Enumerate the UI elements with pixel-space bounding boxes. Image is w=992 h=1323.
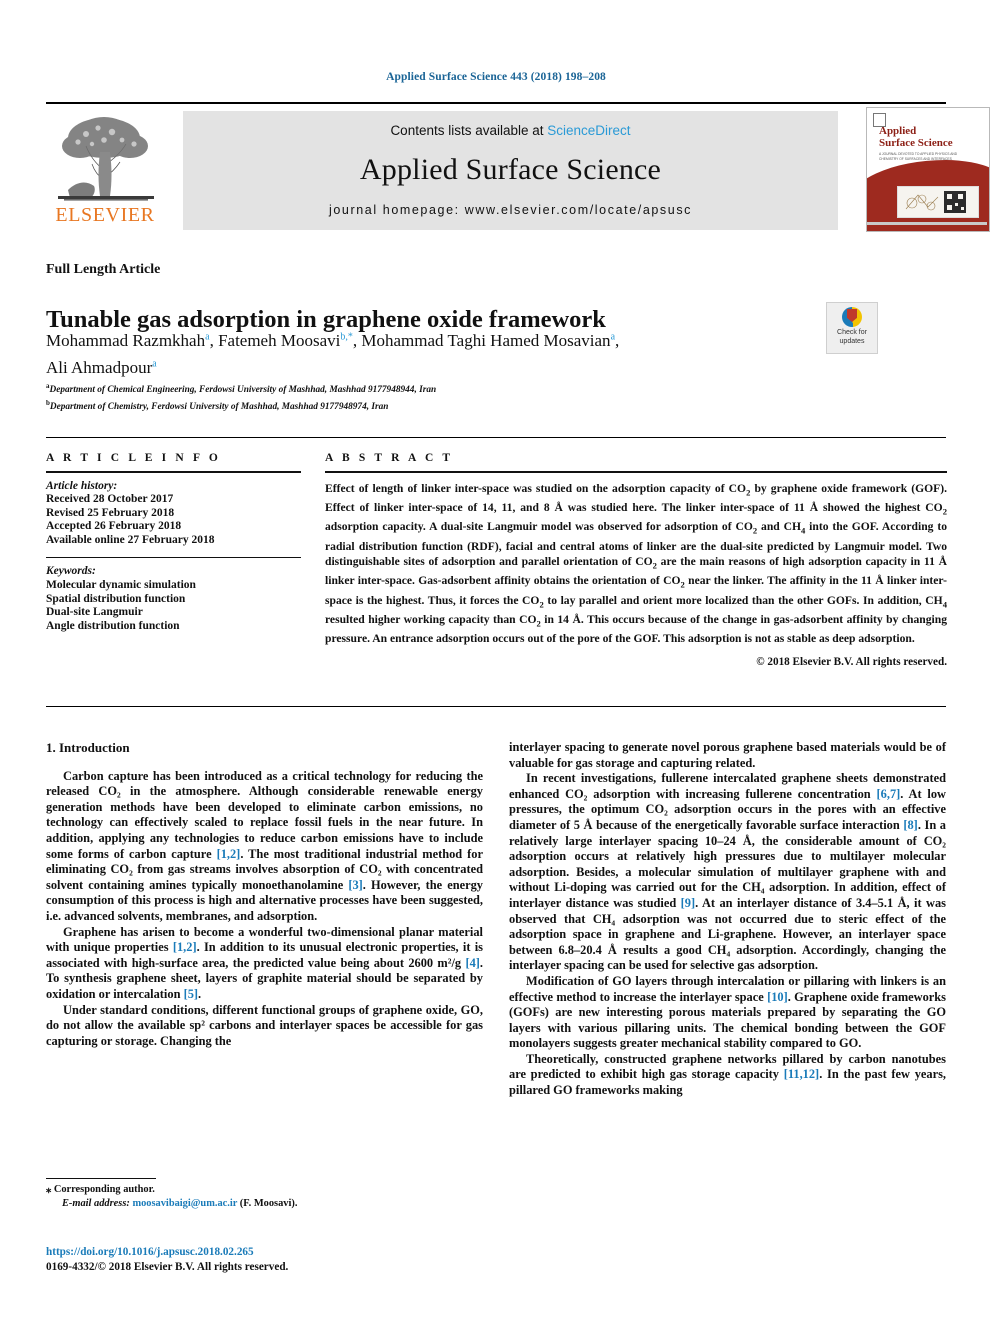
abstract-text: Effect of length of linker inter-space w… <box>325 481 947 646</box>
history-item: Accepted 26 February 2018 <box>46 520 182 533</box>
keywords-group: Keywords: Molecular dynamic simulation S… <box>46 565 301 633</box>
history-item: Available online 27 February 2018 <box>46 533 215 546</box>
crossmark-badge[interactable]: Check for updates <box>826 302 878 354</box>
history-item: Revised 25 February 2018 <box>46 506 175 519</box>
citation-ref[interactable]: [3] <box>348 878 362 892</box>
paper-page: Applied Surface Science 443 (2018) 198–2… <box>0 0 992 1323</box>
cover-figure-box <box>897 186 979 218</box>
journal-masthead: ELSEVIER Contents lists available at Sci… <box>46 102 990 232</box>
contents-line: Contents lists available at ScienceDirec… <box>183 123 838 138</box>
doi-block: https://doi.org/10.1016/j.apsusc.2018.02… <box>46 1245 483 1274</box>
citation-ref[interactable]: [1,2] <box>173 940 197 954</box>
footnote-block: ⁎ Corresponding author. E-mail address: … <box>46 1183 483 1211</box>
citation-ref[interactable]: [8] <box>903 818 917 832</box>
paragraph: Carbon capture has been introduced as a … <box>46 768 483 923</box>
doi-link[interactable]: https://doi.org/10.1016/j.apsusc.2018.02… <box>46 1245 483 1260</box>
author-list: Mohammad Razmkhaha, Fatemeh Moosavib,*, … <box>46 325 806 380</box>
footnote-rule <box>46 1178 156 1179</box>
citation-ref[interactable]: [4] <box>465 956 479 970</box>
abstract-copyright: © 2018 Elsevier B.V. All rights reserved… <box>756 655 947 668</box>
keyword-item: Dual-site Langmuir <box>46 606 143 619</box>
issn-copyright: 0169-4332/© 2018 Elsevier B.V. All right… <box>46 1260 289 1273</box>
journal-homepage[interactable]: journal homepage: www.elsevier.com/locat… <box>183 203 838 217</box>
elsevier-tree-icon <box>50 112 160 204</box>
sciencedirect-link[interactable]: ScienceDirect <box>547 123 630 138</box>
paragraph: Theoretically, constructed graphene netw… <box>509 1051 947 1098</box>
article-info-column: A R T I C L E I N F O Article history: R… <box>46 452 301 633</box>
keyword-item: Angle distribution function <box>46 619 180 632</box>
citation-ref[interactable]: [11,12] <box>784 1067 819 1081</box>
affiliation-b: bDepartment of Chemistry, Ferdowsi Unive… <box>46 398 389 412</box>
email-owner: (F. Moosavi). <box>239 1198 298 1209</box>
paragraph: Modification of GO layers through interc… <box>509 973 946 1051</box>
section-heading-introduction: 1. Introduction <box>46 740 130 755</box>
corresponding-author-note: ⁎ Corresponding author. <box>46 1184 155 1195</box>
article-info-heading: A R T I C L E I N F O <box>46 452 221 464</box>
info-block-bottom-rule <box>46 706 946 707</box>
crossmark-label: Check for updates <box>837 329 867 345</box>
abstract-rule <box>325 471 947 473</box>
article-type: Full Length Article <box>46 262 161 277</box>
cover-title: Applied Surface Science <box>879 125 953 149</box>
body-column-left: 1. Introduction Carbon capture has been … <box>46 740 483 1049</box>
affiliation-a: aDepartment of Chemical Engineering, Fer… <box>46 382 437 396</box>
citation-ref[interactable]: [5] <box>184 987 198 1001</box>
author-1: Mohammad Razmkhaha, <box>46 330 219 350</box>
author-4: Ali Ahmadpoura <box>46 358 157 378</box>
running-head: Applied Surface Science 443 (2018) 198–2… <box>386 71 606 83</box>
email-link[interactable]: moosavibaigi@um.ac.ir <box>132 1198 237 1209</box>
author-2: Fatemeh Moosavib,*, <box>218 330 362 350</box>
info-block-top-rule <box>46 437 946 438</box>
contents-prefix: Contents lists available at <box>390 123 548 138</box>
keywords-rule <box>46 557 301 559</box>
paragraph: Graphene has arisen to become a wonderfu… <box>46 924 483 1001</box>
keyword-item: Spatial distribution function <box>46 592 186 605</box>
article-history-label: Article history: <box>46 479 118 492</box>
keyword-item: Molecular dynamic simulation <box>46 579 196 592</box>
citation-ref[interactable]: [10] <box>767 990 788 1004</box>
affiliation-list: aDepartment of Chemical Engineering, Fer… <box>46 380 746 413</box>
author-4-affil-marker: a <box>152 358 157 370</box>
cover-baseline <box>867 222 987 225</box>
author-3-affil-marker: a <box>610 331 616 342</box>
masthead-top-rule <box>46 102 946 104</box>
article-info-rule <box>46 471 301 473</box>
corresponding-marker: ⁎ <box>46 1184 52 1195</box>
body-column-right: interlayer spacing to generate novel por… <box>509 740 946 1099</box>
email-note: E-mail address: moosavibaigi@um.ac.ir (F… <box>46 1197 483 1211</box>
elsevier-logo: ELSEVIER <box>46 110 164 230</box>
paragraph: In recent investigations, fullerene inte… <box>509 771 946 973</box>
author-3: Mohammad Taghi Hamed Mosaviana, <box>361 330 620 350</box>
journal-title: Applied Surface Science <box>359 153 662 186</box>
article-history: Article history: Received 28 October 201… <box>46 480 301 548</box>
citation-ref[interactable]: [1,2] <box>217 847 241 861</box>
keywords-label: Keywords: <box>46 565 96 578</box>
paragraph: Under standard conditions, different fun… <box>46 1002 483 1048</box>
email-label: E-mail address: <box>62 1198 130 1209</box>
history-item: Received 28 October 2017 <box>46 493 174 506</box>
citation-ref[interactable]: [9] <box>681 896 695 910</box>
abstract-heading: A B S T R A C T <box>325 452 454 464</box>
journal-banner: Contents lists available at ScienceDirec… <box>183 111 838 230</box>
author-2-affil-marker: b,* <box>340 331 353 342</box>
citation-ref[interactable]: [6,7] <box>877 787 901 801</box>
elsevier-wordmark: ELSEVIER <box>55 204 155 226</box>
paragraph: interlayer spacing to generate novel por… <box>509 740 946 770</box>
journal-cover-thumbnail: Applied Surface Science A JOURNAL DEVOTE… <box>866 107 990 232</box>
abstract-column: A B S T R A C T Effect of length of link… <box>325 452 947 668</box>
author-1-affil-marker: a <box>205 331 210 342</box>
